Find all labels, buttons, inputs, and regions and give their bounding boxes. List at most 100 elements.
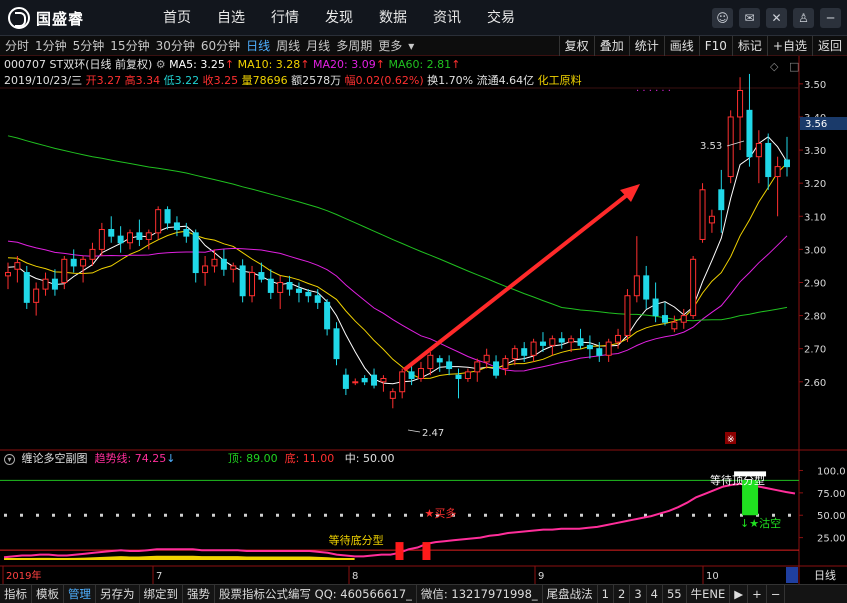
tab-2[interactable]: 2 [614, 585, 631, 603]
tool-adjust[interactable]: 复权 [558, 36, 594, 56]
nav-discover[interactable]: 发现 [312, 0, 366, 36]
mid-reference-dot [548, 513, 551, 517]
nav-quotes[interactable]: 行情 [258, 0, 312, 36]
tab-bind[interactable]: 绑定到 [140, 585, 183, 603]
gear-icon[interactable]: ⚙ [156, 58, 166, 71]
message-icon[interactable]: ✉ [739, 8, 760, 28]
period-30min[interactable]: 30分钟 [153, 36, 198, 56]
tool-mark[interactable]: 标记 [731, 36, 767, 56]
nav-news[interactable]: 资讯 [420, 0, 474, 36]
candle-up [98, 229, 105, 250]
nav-watchlist[interactable]: 自选 [204, 0, 258, 36]
price-tick-label: 3.00 [804, 245, 826, 256]
tool-add-watch[interactable]: +自选 [766, 36, 812, 56]
period-15min[interactable]: 15分钟 [107, 36, 152, 56]
period-timeshare[interactable]: 分时 [2, 36, 32, 56]
candle-down [295, 288, 302, 293]
mid-reference-dot [52, 513, 55, 517]
period-more[interactable]: 更多 [375, 36, 405, 56]
plus-icon[interactable]: + [748, 585, 767, 603]
bottom-toolbar: 指标 模板 管理 另存为 绑定到 强势 股票指标公式编写 QQ: 4605666… [0, 584, 847, 603]
tab-4[interactable]: 4 [647, 585, 663, 603]
candle-down [342, 374, 349, 389]
close-icon[interactable]: □ [789, 60, 799, 73]
tab-formula-qq[interactable]: 股票指标公式编写 QQ: 460566617_ [215, 585, 417, 603]
candle-down [108, 229, 115, 237]
collapse-icon[interactable]: ◇ [770, 60, 779, 73]
tab-1[interactable]: 1 [598, 585, 614, 603]
indicator-name[interactable]: 缠论多空副图 [22, 452, 88, 465]
candle-up [202, 265, 209, 274]
tool-stats[interactable]: 统计 [628, 36, 664, 56]
mid-reference-dot [340, 513, 343, 517]
candle-up [483, 354, 490, 363]
candle-up [127, 232, 134, 244]
nav-trade[interactable]: 交易 [474, 0, 528, 36]
tab-ene[interactable]: 牛ENE [687, 585, 731, 603]
period-60min[interactable]: 60分钟 [198, 36, 243, 56]
tool-back[interactable]: 返回 [811, 36, 847, 56]
low-value: 低3.22 [163, 74, 200, 87]
price-tick-label: 3.50 [804, 80, 826, 91]
nav-data[interactable]: 数据 [366, 0, 420, 36]
ma10-label: MA10: 3.28 [237, 58, 301, 71]
tab-indicator[interactable]: 指标 [0, 585, 32, 603]
ind-tick-label: 25.00 [817, 534, 846, 545]
chevron-down-icon[interactable]: ▾ [4, 453, 15, 465]
mid-reference-dot [116, 513, 119, 517]
minus-icon[interactable]: − [767, 585, 786, 603]
candle-up [633, 275, 640, 297]
mid-reference-dot [324, 513, 327, 517]
tool-draw[interactable]: 画线 [663, 36, 699, 56]
logo-icon [8, 7, 30, 29]
tool-f10[interactable]: F10 [698, 36, 732, 56]
app-logo[interactable]: 国盛睿 [8, 7, 84, 29]
tab-save-as[interactable]: 另存为 [96, 585, 140, 603]
price-tick-label: 3.10 [804, 212, 826, 223]
period-multi[interactable]: 多周期 [333, 36, 375, 56]
price-tick-label: 3.20 [804, 179, 826, 190]
ind-tick-label: 100.0 [817, 466, 846, 477]
tab-wechat[interactable]: 微信: 13217971998_ [417, 585, 543, 603]
tools-icon[interactable]: ✕ [766, 8, 787, 28]
candle-down [267, 278, 274, 293]
candle-up [155, 209, 162, 234]
period-weekly[interactable]: 周线 [273, 36, 303, 56]
close-value: 收3.25 [202, 74, 239, 87]
chat-icon[interactable]: ☺ [712, 8, 733, 28]
period-monthly[interactable]: 月线 [303, 36, 333, 56]
tab-strong[interactable]: 强势 [183, 585, 215, 603]
tab-template[interactable]: 模板 [32, 585, 64, 603]
candle-up [737, 89, 744, 118]
buy-signal-bar [422, 542, 431, 560]
nav-home[interactable]: 首页 [150, 0, 204, 36]
tab-manage[interactable]: 管理 [64, 585, 96, 603]
candle-up [690, 258, 697, 317]
play-icon[interactable]: ▶ [730, 585, 749, 603]
candle-up [61, 258, 68, 283]
minimize-icon[interactable]: ─ [820, 8, 841, 28]
chevron-down-icon[interactable]: ▾ [405, 36, 417, 56]
ma-legend: 000707 ST双环(日线 前复权) ⚙ MA5: 3.25↑ MA10: 3… [4, 58, 461, 71]
tool-overlay[interactable]: 叠加 [593, 36, 629, 56]
candlestick-chart[interactable]: 2.602.702.802.903.003.103.203.303.403.50… [0, 56, 847, 584]
tab-3[interactable]: 3 [630, 585, 647, 603]
candle-down [371, 374, 378, 386]
tab-tail-strategy[interactable]: 尾盘战法 [543, 585, 598, 603]
period-5min[interactable]: 5分钟 [70, 36, 108, 56]
time-tick-label: 10 [706, 571, 719, 582]
candle-down [183, 229, 190, 237]
candle-down [493, 361, 500, 376]
candle-down [117, 235, 124, 244]
candle-down [239, 265, 246, 297]
skin-icon[interactable]: ♙ [793, 8, 814, 28]
period-daily[interactable]: 日线 [243, 36, 273, 56]
candle-up [33, 288, 40, 303]
period-tabs: 分时 1分钟 5分钟 15分钟 30分钟 60分钟 日线 周线 月线 多周期 更… [2, 36, 417, 56]
candle-down [746, 109, 753, 158]
period-1min[interactable]: 1分钟 [32, 36, 70, 56]
tab-55[interactable]: 55 [663, 585, 687, 603]
candle-up [380, 377, 387, 383]
mid-reference-dot [148, 513, 151, 517]
mid-reference-dot [516, 513, 519, 517]
